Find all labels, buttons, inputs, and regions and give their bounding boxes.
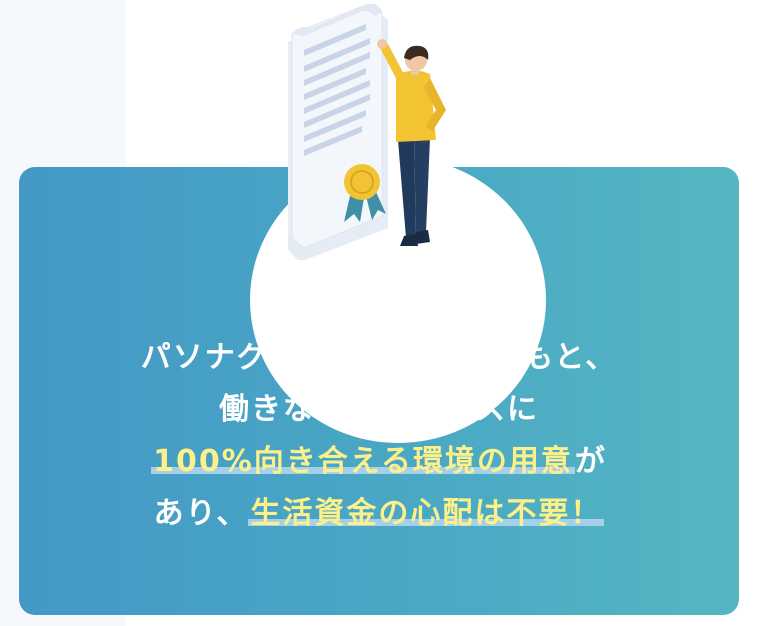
message-line-2: 働きながらビジネスに [219,392,539,427]
message-line-3: 100%向き合える環境の用意が [19,436,739,488]
message-line-4-prefix: あり、 [153,496,249,531]
highlight-living-funds: 生活資金の心配は不要！ [248,496,605,531]
message-line-1: パソナグループ全面協力のもと、 [140,340,618,375]
message-text: パソナグループ全面協力のもと、 働きながらビジネスに 100%向き合える環境の用… [19,332,739,540]
message-line-4: あり、生活資金の心配は不要！ [19,488,739,540]
highlight-environment: 100%向き合える環境の用意 [151,444,575,479]
message-line-3-suffix: が [574,444,607,479]
certificate-person-illustration [288,3,446,260]
page: パソナグループ全面協力のもと、 働きながらビジネスに 100%向き合える環境の用… [0,0,757,626]
